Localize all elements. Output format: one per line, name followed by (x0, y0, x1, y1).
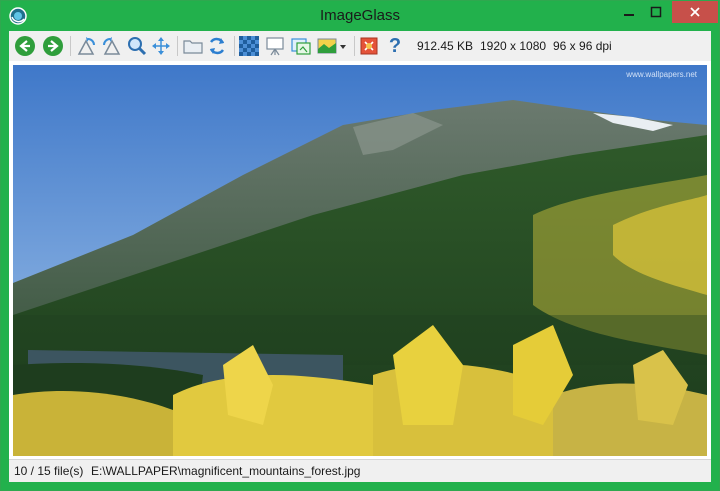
theme-icon (317, 38, 346, 54)
theme-button[interactable] (315, 34, 349, 58)
settings-icon (360, 37, 378, 55)
settings-button[interactable] (357, 34, 381, 58)
rotate-right-button[interactable] (99, 34, 123, 58)
file-path-label: E:\WALLPAPER\magnificent_mountains_fores… (91, 464, 361, 478)
thumbnail-icon (291, 38, 311, 55)
refresh-button[interactable] (205, 34, 229, 58)
help-button[interactable]: ? (383, 34, 407, 58)
toolbar-separator (354, 36, 355, 56)
forward-arrow-icon (43, 36, 63, 56)
back-button[interactable] (13, 34, 37, 58)
toolbar-separator (234, 36, 235, 56)
close-icon (690, 7, 700, 17)
forward-button[interactable] (41, 34, 65, 58)
image-dpi-label: 96 x 96 dpi (553, 39, 612, 53)
checkerboard-icon (239, 36, 259, 56)
rotate-left-button[interactable] (75, 34, 99, 58)
slideshow-icon (266, 37, 284, 56)
checkerboard-button[interactable] (237, 34, 261, 58)
help-icon: ? (388, 34, 402, 57)
folder-icon (183, 40, 203, 54)
maximize-icon (650, 6, 662, 18)
move-arrows-icon (152, 37, 170, 55)
minimize-button[interactable] (614, 1, 644, 23)
image-viewer[interactable]: www.wallpapers.net (9, 61, 711, 459)
rotate-right-icon (103, 37, 121, 55)
zoom-button[interactable] (125, 34, 149, 58)
file-count-label: 10 / 15 file(s) (14, 464, 84, 478)
close-button[interactable] (672, 1, 718, 23)
rotate-left-icon (77, 37, 95, 55)
minimize-icon (624, 14, 634, 16)
back-arrow-icon (15, 36, 35, 56)
maximize-button[interactable] (641, 1, 671, 23)
app-window: ImageGlass ? 912.45 KB 1920 x 1080 96 x … (0, 0, 720, 491)
file-size-label: 912.45 KB (417, 39, 474, 53)
image-dimensions-label: 1920 x 1080 (480, 39, 547, 53)
toolbar: ? 912.45 KB 1920 x 1080 96 x 96 dpi (9, 31, 711, 61)
toolbar-separator (177, 36, 178, 56)
title-bar[interactable]: ImageGlass (1, 1, 719, 31)
open-button[interactable] (181, 34, 205, 58)
move-button[interactable] (149, 34, 173, 58)
status-bar: 10 / 15 file(s) E:\WALLPAPER\magnificent… (9, 459, 711, 482)
magnifier-icon (128, 37, 147, 56)
displayed-image[interactable]: www.wallpapers.net (13, 65, 707, 456)
slideshow-button[interactable] (263, 34, 287, 58)
toolbar-separator (70, 36, 71, 56)
refresh-icon (209, 37, 225, 55)
image-watermark: www.wallpapers.net (625, 70, 697, 79)
window-title: ImageGlass (319, 7, 401, 24)
thumbnails-button[interactable] (289, 34, 313, 58)
